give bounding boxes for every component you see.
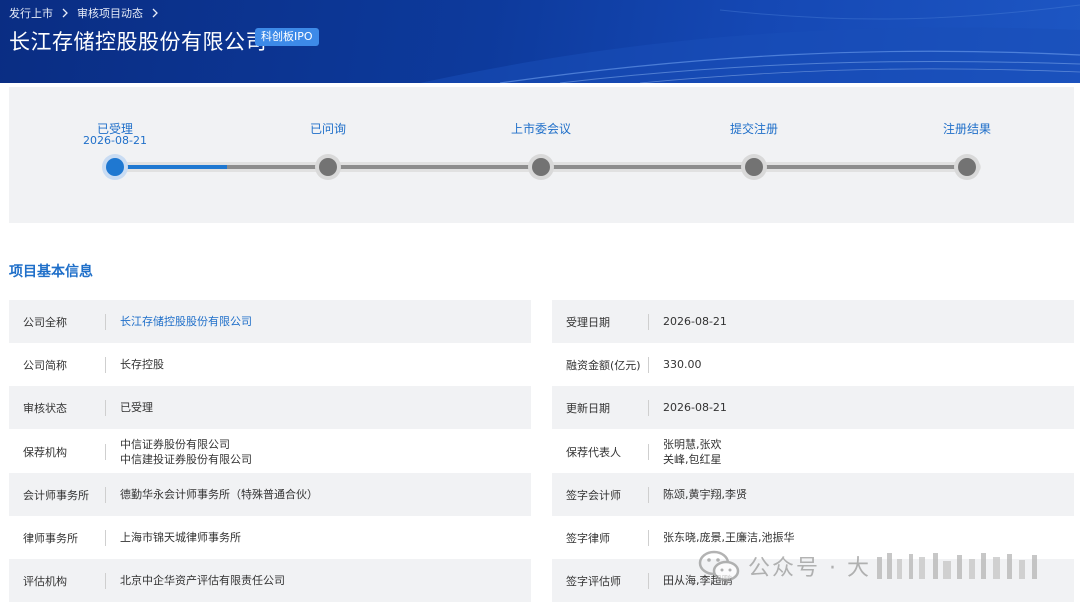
watermark-obscured-glyphs	[876, 553, 1037, 579]
info-label: 会计师事务所	[23, 488, 89, 502]
info-row: 评估机构 北京中企华资产评估有限责任公司	[9, 559, 531, 602]
info-row: 受理日期 2026-08-21	[552, 300, 1074, 343]
info-label: 审核状态	[23, 401, 67, 415]
info-value: 2026-08-21	[649, 314, 727, 329]
info-value-line: 德勤华永会计师事务所（特殊普通合伙）	[120, 488, 318, 501]
info-value-line: 长江存储控股股份有限公司	[120, 315, 252, 328]
progress-track-completed	[120, 165, 227, 169]
info-value-line: 张明慧,张欢	[663, 437, 722, 451]
progress-step-label[interactable]: 提交注册	[689, 120, 819, 137]
info-label: 签字评估师	[566, 574, 621, 588]
chevron-right-icon	[152, 8, 158, 18]
info-row: 融资金额(亿元) 330.00	[552, 343, 1074, 386]
header-banner: 发行上市 审核项目动态 长江存储控股股份有限公司 科创板IPO	[0, 0, 1080, 83]
info-value: 上海市锦天城律师事务所	[106, 530, 241, 545]
info-value: 2026-08-21	[649, 400, 727, 415]
watermark-text: 公众号 · 大	[748, 556, 871, 581]
chevron-right-icon	[62, 8, 68, 18]
info-row: 律师事务所 上海市锦天城律师事务所	[9, 516, 531, 559]
breadcrumb-item-review-dynamics[interactable]: 审核项目动态	[77, 5, 143, 21]
info-label: 保荐代表人	[566, 445, 621, 459]
info-row: 签字会计师 陈颂,黄宇翔,李贤	[552, 473, 1074, 516]
info-row: 保荐代表人 张明慧,张欢 关峰,包红星	[552, 430, 1074, 473]
info-row: 会计师事务所 德勤华永会计师事务所（特殊普通合伙）	[9, 473, 531, 516]
page-title: 长江存储控股股份有限公司	[9, 30, 267, 54]
info-label: 保荐机构	[23, 445, 67, 459]
board-badge: 科创板IPO	[255, 28, 319, 46]
info-label: 公司简称	[23, 358, 67, 372]
info-value: 陈颂,黄宇翔,李贤	[649, 487, 747, 502]
info-label: 律师事务所	[23, 531, 78, 545]
info-value: 已受理	[106, 400, 153, 415]
watermark: 公众号 · 大	[698, 544, 1047, 588]
info-value: 长存控股	[106, 357, 164, 372]
info-value-line: 2026-08-21	[663, 315, 727, 328]
info-row: 公司简称 长存控股	[9, 343, 531, 386]
info-value: 德勤华永会计师事务所（特殊普通合伙）	[106, 487, 318, 502]
info-row: 更新日期 2026-08-21	[552, 386, 1074, 429]
progress-step-label[interactable]: 已问询	[263, 120, 393, 137]
info-value-line: 张东晓,庞景,王廉洁,池振华	[663, 531, 795, 544]
progress-step-dot[interactable]	[958, 158, 976, 176]
info-value: 张东晓,庞景,王廉洁,池振华	[649, 530, 795, 545]
info-value-line: 北京中企华资产评估有限责任公司	[120, 574, 285, 587]
info-value[interactable]: 长江存储控股股份有限公司	[106, 314, 252, 329]
section-title: 项目基本信息	[9, 264, 93, 280]
info-value: 北京中企华资产评估有限责任公司	[106, 573, 285, 588]
progress-step-dot[interactable]	[532, 158, 550, 176]
info-label: 受理日期	[566, 315, 610, 329]
info-value: 中信证券股份有限公司 中信建投证券股份有限公司	[106, 437, 252, 467]
wechat-icon	[698, 550, 740, 582]
info-value: 张明慧,张欢 关峰,包红星	[649, 437, 722, 467]
info-row: 审核状态 已受理	[9, 386, 531, 429]
progress-step-dot[interactable]	[745, 158, 763, 176]
info-label: 签字律师	[566, 531, 610, 545]
breadcrumb-item-listing[interactable]: 发行上市	[9, 5, 53, 21]
info-label: 签字会计师	[566, 488, 621, 502]
info-value-line: 330.00	[663, 358, 702, 371]
info-row: 公司全称 长江存储控股股份有限公司	[9, 300, 531, 343]
progress-step-dot[interactable]	[319, 158, 337, 176]
info-value-line: 中信证券股份有限公司	[120, 437, 230, 451]
info-label: 公司全称	[23, 315, 67, 329]
info-value: 330.00	[649, 357, 702, 372]
progress-step-date: 2026-08-21	[83, 134, 147, 147]
info-row: 保荐机构 中信证券股份有限公司 中信建投证券股份有限公司	[9, 430, 531, 473]
progress-step-label[interactable]: 上市委会议	[476, 120, 606, 137]
info-value-line: 已受理	[120, 401, 153, 414]
info-label: 评估机构	[23, 574, 67, 588]
review-progress-panel: 已受理 2026-08-21 已问询 上市委会议 提交注册 注册结果	[9, 87, 1074, 223]
progress-step-label[interactable]: 注册结果	[902, 120, 1032, 137]
info-value-line: 长存控股	[120, 358, 164, 371]
info-value-line: 关峰,包红星	[663, 452, 722, 466]
info-value-line: 陈颂,黄宇翔,李贤	[663, 488, 747, 501]
breadcrumb: 发行上市 审核项目动态	[9, 6, 167, 20]
info-label: 更新日期	[566, 401, 610, 415]
progress-step-dot[interactable]	[106, 158, 124, 176]
info-value-line: 上海市锦天城律师事务所	[120, 531, 241, 544]
info-value-line: 中信建投证券股份有限公司	[120, 452, 252, 466]
info-label: 融资金额(亿元)	[566, 358, 641, 372]
info-value-line: 2026-08-21	[663, 401, 727, 414]
